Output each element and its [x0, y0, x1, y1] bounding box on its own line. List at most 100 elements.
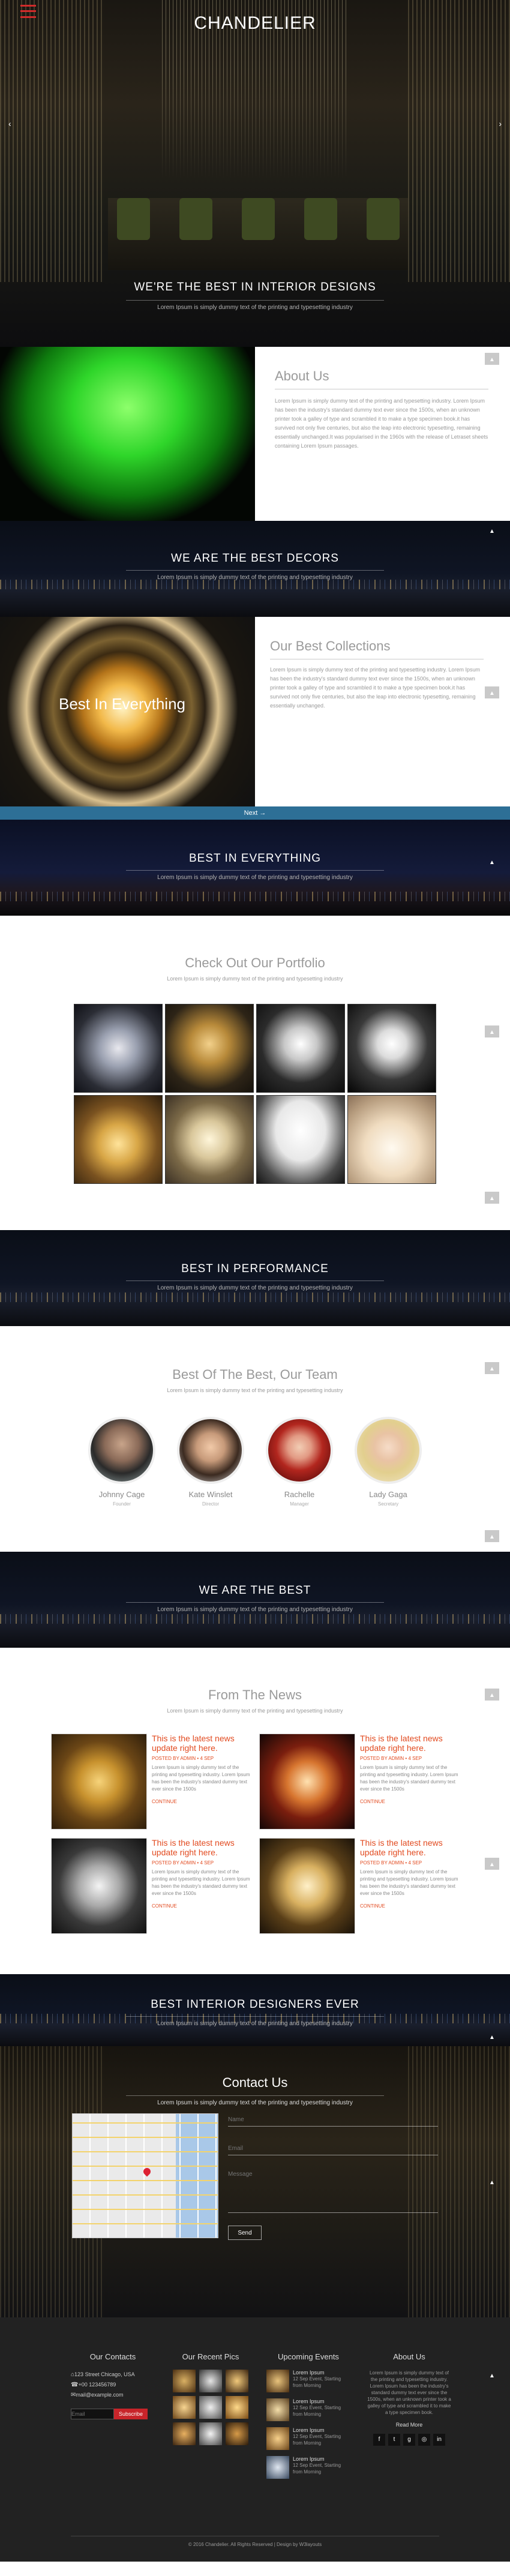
team-member: Kate Winslet Director — [175, 1417, 246, 1507]
footer-contacts-title: Our Contacts — [89, 2352, 136, 2361]
news-item-title[interactable]: This is the latest news update right her… — [360, 1734, 459, 1753]
portfolio-thumb[interactable] — [256, 1004, 345, 1093]
contact-form: Send — [228, 2113, 438, 2240]
event-item[interactable]: Lorem Ipsum 12 Sep Event, Starting from M… — [266, 2427, 350, 2450]
news-item-title[interactable]: This is the latest news update right her… — [360, 1838, 459, 1857]
linkedin-icon[interactable]: in — [433, 2434, 445, 2446]
dribbble-icon[interactable]: ◎ — [418, 2434, 430, 2446]
member-role: Director — [202, 1501, 219, 1507]
portfolio-thumb[interactable] — [74, 1004, 163, 1093]
news-continue-link[interactable]: CONTINUE — [152, 1903, 251, 1909]
decors-divider — [126, 570, 384, 571]
news-list: This is the latest news update right her… — [51, 1734, 459, 1934]
next-label[interactable]: Next → — [244, 809, 266, 817]
recent-pic[interactable] — [226, 2370, 248, 2392]
event-thumb — [266, 2456, 289, 2479]
recent-pic[interactable] — [226, 2422, 248, 2445]
scroll-up-icon[interactable] — [485, 1858, 499, 1870]
event-item[interactable]: Lorem Ipsum 12 Sep Event, Starting from M… — [266, 2370, 350, 2392]
recent-pic[interactable] — [173, 2422, 196, 2445]
subscribe-button[interactable]: Subscribe — [114, 2409, 148, 2419]
portfolio-thumb[interactable] — [74, 1095, 163, 1184]
send-button[interactable]: Send — [228, 2226, 262, 2240]
news-continue-link[interactable]: CONTINUE — [152, 1799, 251, 1804]
avatar — [177, 1417, 244, 1484]
news-item-meta: POSTED BY ADMIN • 4 SEP — [360, 1756, 422, 1761]
news-item-meta: POSTED BY ADMIN • 4 SEP — [360, 1860, 422, 1866]
google-plus-icon[interactable]: g — [403, 2434, 415, 2446]
decors-subtitle: Lorem Ipsum is simply dummy text of the … — [157, 574, 353, 581]
webest-banner: WE ARE THE BEST Lorem Ipsum is simply du… — [0, 1552, 510, 1648]
hero-subtitle: Lorem Ipsum is simply dummy text of the … — [157, 304, 353, 311]
designers-title: BEST INTERIOR DESIGNERS EVER — [151, 1998, 359, 2011]
twitter-icon[interactable]: t — [388, 2434, 400, 2446]
recent-pic[interactable] — [199, 2396, 222, 2419]
message-field[interactable] — [228, 2171, 438, 2213]
hero-curtain-left — [0, 0, 102, 282]
recent-pic[interactable] — [199, 2370, 222, 2392]
name-field[interactable] — [228, 2113, 438, 2127]
recent-pic[interactable] — [226, 2396, 248, 2419]
performance-subtitle: Lorem Ipsum is simply dummy text of the … — [157, 1285, 353, 1291]
scroll-up-icon[interactable] — [485, 2176, 499, 2188]
scroll-up-icon[interactable] — [485, 353, 499, 365]
contact-title: Contact Us — [222, 2075, 288, 2090]
scroll-up-icon[interactable] — [485, 2369, 499, 2381]
portfolio-thumb[interactable] — [347, 1095, 436, 1184]
performance-title: BEST IN PERFORMANCE — [181, 1262, 329, 1275]
portfolio-thumb[interactable] — [165, 1095, 254, 1184]
member-name: Lady Gaga — [369, 1490, 407, 1499]
scroll-up-icon[interactable] — [485, 2031, 499, 2043]
scroll-up-icon[interactable] — [485, 686, 499, 698]
recent-pic[interactable] — [173, 2396, 196, 2419]
news-item: This is the latest news update right her… — [259, 1734, 459, 1830]
copyright: © 2016 Chandelier. All Rights Reserved |… — [188, 2542, 322, 2547]
read-more-link[interactable]: Read More — [367, 2422, 451, 2428]
scroll-up-icon[interactable] — [485, 1192, 499, 1204]
city-lights — [0, 1614, 510, 1624]
member-name: Kate Winslet — [188, 1490, 233, 1499]
scroll-up-icon[interactable] — [485, 1025, 499, 1037]
site-logo[interactable]: CHANDELIER — [0, 13, 510, 34]
news-item: This is the latest news update right her… — [51, 1734, 251, 1830]
scroll-up-icon[interactable] — [485, 1689, 499, 1701]
hero-next-arrow[interactable]: › — [499, 119, 502, 128]
contact-map[interactable] — [72, 2113, 218, 2238]
news-item-title[interactable]: This is the latest news update right her… — [152, 1838, 251, 1857]
news-item-excerpt: Lorem Ipsum is simply dummy text of the … — [152, 1765, 250, 1792]
collections-text: Lorem Ipsum is simply dummy text of the … — [270, 667, 480, 709]
event-item[interactable]: Lorem Ipsum 12 Sep Event, Starting from M… — [266, 2398, 350, 2421]
news-image[interactable] — [51, 1838, 147, 1934]
newsletter-input[interactable] — [71, 2409, 114, 2419]
designers-banner: BEST INTERIOR DESIGNERS EVER Lorem Ipsum… — [0, 1974, 510, 2046]
portfolio-thumb[interactable] — [256, 1095, 345, 1184]
news-image[interactable] — [51, 1734, 147, 1830]
email-field[interactable] — [228, 2142, 438, 2155]
news-image[interactable] — [259, 1838, 355, 1934]
about-title: About Us — [275, 368, 329, 383]
performance-banner: BEST IN PERFORMANCE Lorem Ipsum is simpl… — [0, 1230, 510, 1326]
news-image[interactable] — [259, 1734, 355, 1830]
contact-divider — [126, 2095, 384, 2096]
facebook-icon[interactable]: f — [373, 2434, 385, 2446]
news-continue-link[interactable]: CONTINUE — [360, 1903, 459, 1909]
footer-email[interactable]: mail@example.com — [76, 2392, 123, 2398]
team-member: Lady Gaga Secretary — [353, 1417, 424, 1507]
team-member: Johnny Cage Founder — [86, 1417, 157, 1507]
next-bar[interactable]: Next → — [0, 806, 510, 820]
footer-contacts: Our Contacts ⌂ 123 Street Chicago, USA ☎… — [71, 2352, 155, 2479]
scroll-up-icon[interactable] — [485, 1362, 499, 1374]
designers-divider — [126, 2016, 384, 2017]
scroll-up-icon[interactable] — [485, 524, 499, 536]
event-item[interactable]: Lorem Ipsum 12 Sep Event, Starting from M… — [266, 2456, 350, 2479]
recent-pic[interactable] — [199, 2422, 222, 2445]
hero-prev-arrow[interactable]: ‹ — [8, 119, 11, 128]
everything-divider — [126, 870, 384, 871]
scroll-up-icon[interactable] — [485, 1530, 499, 1542]
news-item-title[interactable]: This is the latest news update right her… — [152, 1734, 251, 1753]
portfolio-thumb[interactable] — [347, 1004, 436, 1093]
news-continue-link[interactable]: CONTINUE — [360, 1799, 459, 1804]
portfolio-thumb[interactable] — [165, 1004, 254, 1093]
news-item-excerpt: Lorem Ipsum is simply dummy text of the … — [360, 1869, 458, 1896]
recent-pic[interactable] — [173, 2370, 196, 2392]
